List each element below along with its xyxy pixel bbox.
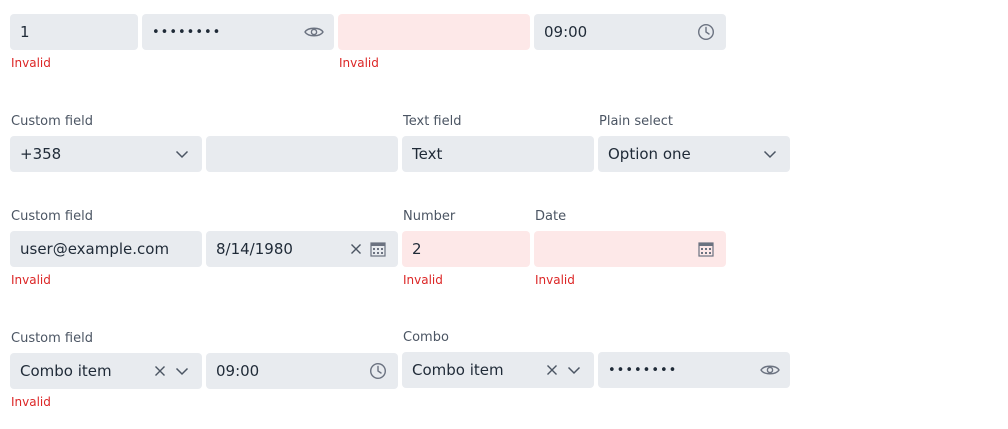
close-icon[interactable] [542,360,562,380]
phone-number-input[interactable] [206,136,398,172]
chevron-down-icon[interactable] [172,144,192,164]
eye-icon[interactable] [760,360,780,380]
custom-field-label: Custom field [11,209,93,224]
combo-label: Combo [403,330,449,345]
date-field-1-value: 8/14/1980 [216,240,293,258]
number-field-2[interactable]: 2 [402,231,530,267]
text-field[interactable]: Text [402,136,594,172]
error-message: Invalid [11,56,51,70]
clock-icon[interactable] [696,22,716,42]
number-field-2-value: 2 [412,240,422,258]
text-field-value: Text [412,145,443,163]
number-field-1-value: 1 [20,23,30,41]
time-field-2-value: 09:00 [216,362,260,380]
date-field-1[interactable]: 8/14/1980 [206,231,398,267]
combo-box-2-value: Combo item [412,361,504,379]
calendar-icon[interactable] [696,239,716,259]
chevron-down-icon[interactable] [564,360,584,380]
custom-field-label: Custom field [11,331,93,346]
email-field-value: user@example.com [20,240,170,258]
calendar-icon[interactable] [368,239,388,259]
phone-code-select[interactable]: +358 [10,136,202,172]
time-field-2[interactable]: 09:00 [206,353,398,389]
password-field-1-value: •••••••• [152,24,222,40]
number-label: Number [403,209,456,224]
password-field-2-value: •••••••• [608,362,678,378]
number-field-1[interactable]: 1 [10,14,138,50]
error-message: Invalid [339,56,379,70]
date-field-2[interactable] [534,231,726,267]
custom-field-label: Custom field [11,114,93,129]
password-field-2[interactable]: •••••••• [598,352,790,388]
phone-code-value: +358 [20,145,62,163]
date-label: Date [535,209,567,224]
eye-icon[interactable] [304,22,324,42]
close-icon[interactable] [346,239,366,259]
text-field-label: Text field [403,114,462,129]
password-field-1[interactable]: •••••••• [142,14,334,50]
combo-box-1[interactable]: Combo item [10,353,202,389]
text-field-invalid[interactable] [338,14,530,50]
error-message: Invalid [11,273,51,287]
clock-icon[interactable] [368,361,388,381]
error-message: Invalid [403,273,443,287]
time-field-1-value: 09:00 [544,23,588,41]
chevron-down-icon[interactable] [760,144,780,164]
combo-box-2[interactable]: Combo item [402,352,594,388]
email-field[interactable]: user@example.com [10,231,202,267]
close-icon[interactable] [150,361,170,381]
error-message: Invalid [11,395,51,409]
time-field-1[interactable]: 09:00 [534,14,726,50]
chevron-down-icon[interactable] [172,361,192,381]
plain-select-label: Plain select [599,114,674,129]
plain-select[interactable]: Option one [598,136,790,172]
combo-box-1-value: Combo item [20,362,112,380]
plain-select-value: Option one [608,145,691,163]
error-message: Invalid [535,273,575,287]
